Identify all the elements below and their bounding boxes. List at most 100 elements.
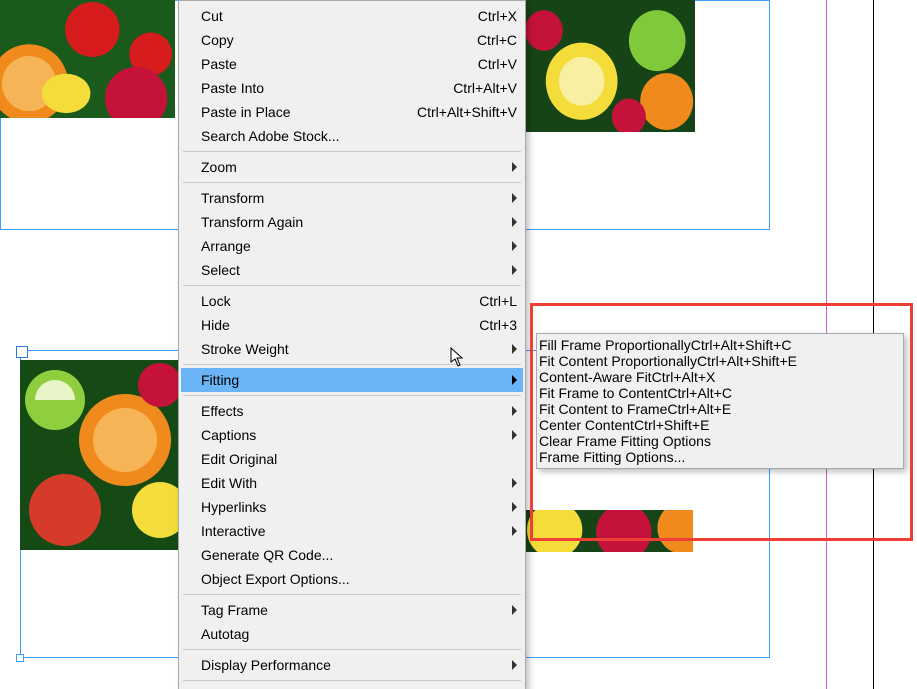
context-menu-separator: [183, 285, 521, 286]
context-menu-item-autotag[interactable]: Autotag: [181, 622, 523, 646]
context-menu-item-display-performance[interactable]: Display Performance: [181, 653, 523, 677]
menu-item-label: Effects: [201, 403, 517, 419]
menu-item-shortcut: Ctrl+Alt+Shift+V: [417, 104, 517, 120]
context-menu-item-tag-frame[interactable]: Tag Frame: [181, 598, 523, 622]
image-bottom-right-visible: [525, 510, 693, 552]
submenu-arrow-icon: [512, 241, 517, 251]
context-menu-separator: [183, 395, 521, 396]
menu-item-label: Fit Content Proportionally: [539, 353, 697, 369]
fitting-submenu: Fill Frame ProportionallyCtrl+Alt+Shift+…: [536, 333, 904, 469]
context-menu-item-generate-qr-code[interactable]: Generate QR Code...: [181, 543, 523, 567]
menu-item-shortcut: Ctrl+Shift+E: [634, 417, 709, 433]
menu-item-label: Transform: [201, 190, 517, 206]
context-menu-item-select[interactable]: Select: [181, 258, 523, 282]
menu-item-shortcut: Ctrl+L: [479, 293, 517, 309]
context-menu-item-transform-again[interactable]: Transform Again: [181, 210, 523, 234]
context-menu-item-incopy[interactable]: InCopy: [181, 684, 523, 689]
image-top-right-visible: [525, 0, 695, 132]
menu-item-label: Edit With: [201, 475, 517, 491]
context-menu-item-transform[interactable]: Transform: [181, 186, 523, 210]
context-menu-item-paste-in-place[interactable]: Paste in Place Ctrl+Alt+Shift+V: [181, 100, 523, 124]
menu-item-shortcut: Ctrl+V: [478, 56, 517, 72]
menu-item-shortcut: Ctrl+3: [479, 317, 517, 333]
menu-item-shortcut: Ctrl+Alt+Shift+C: [691, 337, 792, 353]
submenu-arrow-icon: [512, 162, 517, 172]
context-menu-separator: [183, 364, 521, 365]
frame-anchor-icon: [16, 346, 28, 358]
menu-item-label: Lock: [201, 293, 451, 309]
context-menu-item-paste-into[interactable]: Paste Into Ctrl+Alt+V: [181, 76, 523, 100]
context-menu-item-edit-original[interactable]: Edit Original: [181, 447, 523, 471]
menu-item-label: Stroke Weight: [201, 341, 517, 357]
menu-item-label: Fit Frame to Content: [539, 385, 667, 401]
context-menu-separator: [183, 594, 521, 595]
context-menu-item-effects[interactable]: Effects: [181, 399, 523, 423]
context-menu-item-lock[interactable]: Lock Ctrl+L: [181, 289, 523, 313]
menu-item-label: Edit Original: [201, 451, 517, 467]
menu-item-label: Center Content: [539, 417, 634, 433]
menu-item-label: Paste: [201, 56, 450, 72]
context-menu-separator: [183, 182, 521, 183]
menu-item-shortcut: Ctrl+Alt+Shift+E: [697, 353, 797, 369]
menu-item-label: Hyperlinks: [201, 499, 517, 515]
context-menu-item-paste[interactable]: Paste Ctrl+V: [181, 52, 523, 76]
submenu-arrow-icon: [512, 478, 517, 488]
frame-handle[interactable]: [16, 654, 24, 662]
context-menu-item-copy[interactable]: Copy Ctrl+C: [181, 28, 523, 52]
context-menu: Cut Ctrl+X Copy Ctrl+C Paste Ctrl+V Paste Into…: [178, 0, 526, 689]
submenu-arrow-icon: [512, 526, 517, 536]
menu-item-label: Interactive: [201, 523, 517, 539]
context-menu-item-cut[interactable]: Cut Ctrl+X: [181, 4, 523, 28]
menu-item-shortcut: Ctrl+Alt+C: [667, 385, 732, 401]
context-menu-item-captions[interactable]: Captions: [181, 423, 523, 447]
menu-item-label: Select: [201, 262, 517, 278]
menu-item-label: Search Adobe Stock...: [201, 128, 517, 144]
menu-item-label: Tag Frame: [201, 602, 517, 618]
submenu-arrow-icon: [512, 375, 517, 385]
submenu-arrow-icon: [512, 193, 517, 203]
submenu-arrow-icon: [512, 605, 517, 615]
context-menu-item-hide[interactable]: HideCtrl+3: [181, 313, 523, 337]
submenu-arrow-icon: [512, 406, 517, 416]
fitting-submenu-item-fill-frame-proportionally[interactable]: Fill Frame ProportionallyCtrl+Alt+Shift+…: [539, 337, 901, 353]
menu-item-shortcut: Ctrl+C: [477, 32, 517, 48]
fitting-submenu-item-fit-content-to-frame[interactable]: Fit Content to FrameCtrl+Alt+E: [539, 401, 901, 417]
context-menu-item-search-adobe-stock[interactable]: Search Adobe Stock...: [181, 124, 523, 148]
menu-item-label: Arrange: [201, 238, 517, 254]
context-menu-separator: [183, 649, 521, 650]
menu-item-label: Content-Aware Fit: [539, 369, 652, 385]
menu-item-shortcut: Ctrl+Alt+X: [652, 369, 716, 385]
context-menu-item-fitting[interactable]: Fitting: [181, 368, 523, 392]
context-menu-item-object-export-options[interactable]: Object Export Options...: [181, 567, 523, 591]
menu-item-label: Zoom: [201, 159, 517, 175]
menu-item-label: Captions: [201, 427, 517, 443]
menu-item-label: Cut: [201, 8, 450, 24]
menu-item-label: Fitting: [201, 372, 517, 388]
submenu-arrow-icon: [512, 660, 517, 670]
image-top-left-visible: [0, 0, 175, 118]
fitting-submenu-item-content-aware-fit[interactable]: Content-Aware FitCtrl+Alt+X: [539, 369, 901, 385]
submenu-arrow-icon: [512, 502, 517, 512]
menu-item-label: Fill Frame Proportionally: [539, 337, 691, 353]
menu-item-shortcut: Ctrl+Alt+V: [453, 80, 517, 96]
context-menu-item-interactive[interactable]: Interactive: [181, 519, 523, 543]
context-menu-item-arrange[interactable]: Arrange: [181, 234, 523, 258]
menu-item-label: Paste in Place: [201, 104, 389, 120]
fitting-submenu-item-fit-frame-to-content[interactable]: Fit Frame to ContentCtrl+Alt+C: [539, 385, 901, 401]
menu-item-label: Object Export Options...: [201, 571, 517, 587]
menu-item-label: Paste Into: [201, 80, 425, 96]
menu-item-shortcut: Ctrl+X: [478, 8, 517, 24]
menu-item-label: Copy: [201, 32, 449, 48]
fitting-submenu-item-fit-content-proportionally[interactable]: Fit Content ProportionallyCtrl+Alt+Shift…: [539, 353, 901, 369]
submenu-arrow-icon: [512, 344, 517, 354]
fitting-submenu-item-center-content[interactable]: Center ContentCtrl+Shift+E: [539, 417, 901, 433]
context-menu-separator: [183, 680, 521, 681]
context-menu-item-zoom[interactable]: Zoom: [181, 155, 523, 179]
context-menu-item-edit-with[interactable]: Edit With: [181, 471, 523, 495]
menu-item-label: Generate QR Code...: [201, 547, 517, 563]
context-menu-item-hyperlinks[interactable]: Hyperlinks: [181, 495, 523, 519]
fitting-submenu-item-frame-fitting-options[interactable]: Frame Fitting Options...: [539, 449, 901, 465]
context-menu-item-stroke-weight[interactable]: Stroke Weight: [181, 337, 523, 361]
fitting-submenu-item-clear-frame-fitting-options[interactable]: Clear Frame Fitting Options: [539, 433, 901, 449]
menu-item-label: Display Performance: [201, 657, 517, 673]
